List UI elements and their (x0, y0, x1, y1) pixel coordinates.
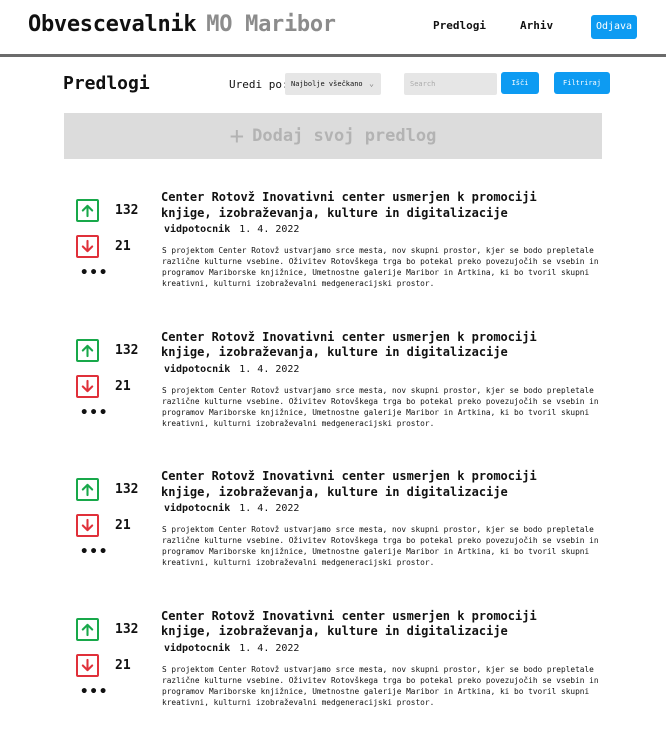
more-dots-icon[interactable]: ••• (80, 684, 108, 700)
sort-selected-value: Najbolje všečkano (291, 80, 363, 88)
proposal-body: S projektom Center Rotovž ustvarjamo src… (162, 664, 599, 707)
filter-button[interactable]: Filtriraj (554, 72, 610, 94)
arrow-up-icon (81, 344, 94, 357)
more-dots-icon[interactable]: ••• (80, 544, 108, 560)
proposal-author[interactable]: vidpotocnik (164, 364, 230, 375)
arrow-down-icon (81, 239, 94, 253)
add-proposal-label: Dodaj svoj predlog (252, 126, 437, 146)
proposal-meta: vidpotocnik 1. 4. 2022 (164, 224, 299, 235)
proposal-title[interactable]: Center Rotovž Inovativni center usmerjen… (161, 609, 581, 640)
arrow-down-icon (81, 379, 94, 392)
proposal-date: 1. 4. 2022 (239, 363, 300, 375)
upvote-count: 132 (115, 342, 139, 358)
top-navbar: Obvescevalnik MO Maribor Predlogi Arhiv O… (0, 0, 666, 57)
more-dots-icon[interactable]: ••• (80, 265, 108, 281)
proposal-body: S projektom Center Rotovž ustvarjamo src… (162, 385, 599, 428)
search-button[interactable]: Išči (501, 72, 539, 94)
arrow-up-icon (81, 623, 94, 636)
downvote-count: 21 (115, 657, 131, 673)
brand-subtitle: MO Maribor (206, 12, 336, 37)
downvote-count: 21 (115, 239, 131, 254)
brand-title: Obvescevalnik (28, 12, 197, 37)
downvote-button[interactable] (76, 235, 99, 258)
proposal-item: 132 21 ••• Center Rotovž Inovativni cent… (0, 469, 666, 608)
site-brand[interactable]: Obvescevalnik MO Maribor (28, 12, 336, 37)
sort-select[interactable]: Najbolje všečkano ⌄ (285, 73, 381, 95)
proposal-item: 132 21 ••• Center Rotovž Inovativni cent… (0, 190, 666, 329)
proposal-author[interactable]: vidpotocnik (164, 503, 230, 514)
arrow-down-icon (81, 658, 94, 671)
upvote-button[interactable] (76, 199, 99, 222)
proposal-title[interactable]: Center Rotovž Inovativni center usmerjen… (161, 330, 581, 361)
logout-button[interactable]: Odjava (591, 15, 637, 39)
proposal-date: 1. 4. 2022 (239, 503, 300, 514)
nav-link-proposals[interactable]: Predlogi (433, 19, 486, 32)
more-dots-icon[interactable]: ••• (80, 405, 108, 421)
plus-icon: + (229, 122, 245, 150)
proposal-body: S projektom Center Rotovž ustvarjamo src… (162, 525, 599, 567)
proposal-title[interactable]: Center Rotovž Inovativni center usmerjen… (161, 469, 581, 500)
proposal-meta: vidpotocnik 1. 4. 2022 (164, 364, 299, 375)
proposal-meta: vidpotocnik 1. 4. 2022 (164, 643, 299, 654)
downvote-count: 21 (115, 518, 131, 533)
downvote-button[interactable] (76, 374, 99, 398)
upvote-count: 132 (115, 203, 139, 218)
downvote-button[interactable] (76, 653, 99, 677)
nav-link-archive[interactable]: Arhiv (520, 19, 553, 32)
proposal-body: S projektom Center Rotovž ustvarjamo src… (162, 246, 599, 288)
arrow-down-icon (81, 518, 94, 532)
proposal-author[interactable]: vidpotocnik (164, 643, 230, 654)
proposal-author[interactable]: vidpotocnik (164, 224, 230, 235)
upvote-count: 132 (115, 621, 139, 637)
upvote-button[interactable] (76, 617, 99, 641)
proposal-date: 1. 4. 2022 (239, 224, 300, 235)
arrow-up-icon (81, 483, 94, 497)
arrow-up-icon (81, 204, 94, 218)
downvote-button[interactable] (76, 514, 99, 537)
proposal-title[interactable]: Center Rotovž Inovativni center usmerjen… (161, 190, 581, 221)
downvote-count: 21 (115, 378, 131, 394)
proposal-item: 132 21 ••• Center Rotovž Inovativni cent… (0, 609, 666, 748)
proposal-item: 132 21 ••• Center Rotovž Inovativni cent… (0, 330, 666, 469)
upvote-button[interactable] (76, 338, 99, 362)
sort-label: Uredi po: (229, 78, 289, 91)
upvote-button[interactable] (76, 478, 99, 501)
search-input[interactable] (404, 73, 497, 95)
proposal-date: 1. 4. 2022 (239, 642, 300, 654)
proposal-meta: vidpotocnik 1. 4. 2022 (164, 503, 299, 514)
chevron-down-icon: ⌄ (369, 79, 374, 88)
page-title: Predlogi (63, 73, 150, 94)
add-proposal-button[interactable]: + Dodaj svoj predlog (64, 113, 602, 159)
upvote-count: 132 (115, 482, 139, 497)
